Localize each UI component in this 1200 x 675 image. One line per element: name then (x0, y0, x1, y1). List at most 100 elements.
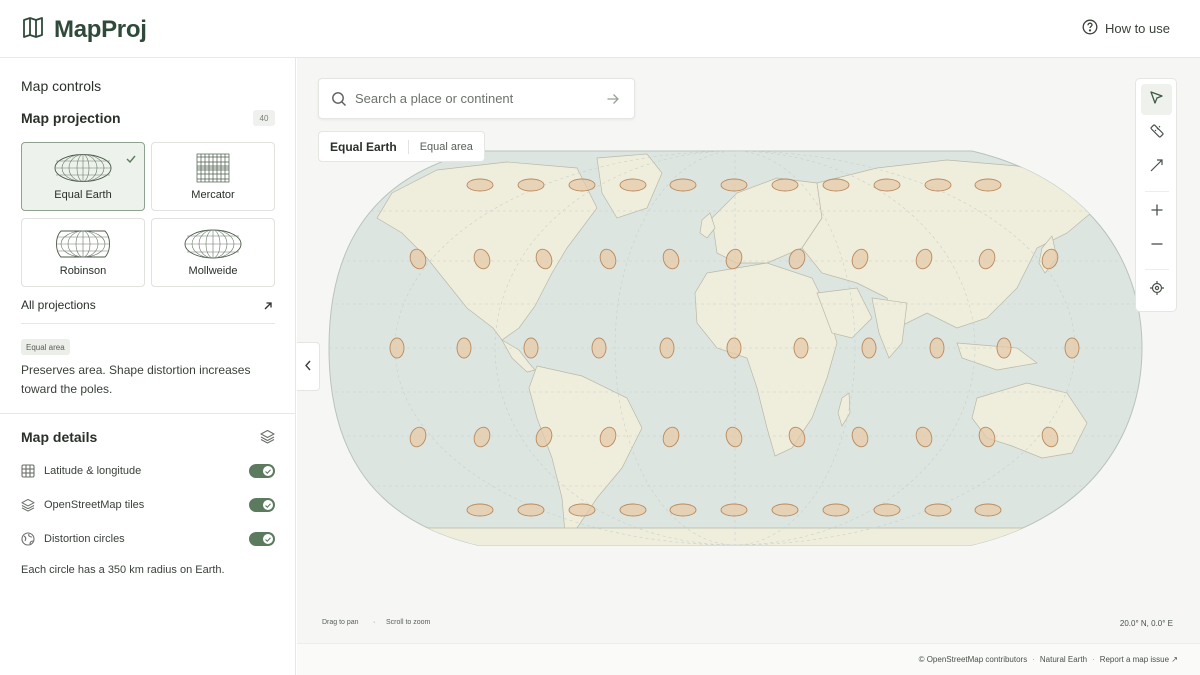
zoom-in-icon (1150, 203, 1164, 222)
map-projection-title: Map projection (21, 110, 121, 126)
how-to-use-button[interactable]: How to use (1082, 19, 1170, 38)
toolbar-divider (1145, 191, 1169, 192)
collapse-sidebar-button[interactable] (297, 342, 320, 391)
search-bar (318, 78, 635, 119)
toolbar-divider (1145, 269, 1169, 270)
search-input[interactable] (355, 91, 595, 106)
toggle-label: OpenStreetMap tiles (44, 499, 145, 511)
app-name: MapProj (54, 15, 147, 43)
mercator-thumbnail (196, 153, 230, 183)
distortion-circle (720, 178, 748, 192)
select-tool-button[interactable] (1141, 84, 1172, 115)
distortion-circle (669, 178, 697, 192)
measure-line-icon (1149, 158, 1164, 178)
distortion-circle (974, 178, 1002, 192)
map-details-title: Map details (21, 429, 98, 445)
distortion-circle (517, 178, 545, 192)
toggle-knob (263, 534, 273, 544)
cursor-coordinates: 20.0° N, 0.0° E (1119, 619, 1173, 628)
distortion-circles-toggle[interactable] (249, 532, 275, 546)
distortion-circle (974, 503, 1002, 517)
check-icon (126, 150, 136, 168)
app-header: MapProj How to use (0, 0, 1200, 58)
layers-icon (21, 498, 35, 512)
help-circle-icon (1082, 19, 1098, 38)
map-canvas[interactable]: Equal Earth Equal area (297, 58, 1200, 643)
pan-hint: Drag to pan (322, 619, 359, 626)
projection-card-mercator[interactable]: Mercator (151, 142, 275, 211)
toggle-knob (263, 466, 273, 476)
osm-attribution-link[interactable]: © OpenStreetMap contributors (919, 655, 1028, 664)
toggle-label: Distortion circles (44, 533, 125, 545)
distortion-circle (996, 337, 1012, 359)
attribution-bar: © OpenStreetMap contributors · Natural E… (297, 643, 1200, 675)
distortion-circle (720, 503, 748, 517)
projection-card-mollweide[interactable]: Mollweide (151, 218, 275, 287)
report-issue-link[interactable]: Report a map issue ↗ (1100, 655, 1178, 664)
projection-kind-badge: Equal area (21, 339, 70, 355)
locate-button[interactable] (1141, 275, 1172, 306)
distortion-circle (619, 178, 647, 192)
zoom-out-icon (1150, 237, 1164, 256)
sidebar-divider (0, 413, 295, 414)
distortion-circle (873, 503, 901, 517)
arrow-right-icon[interactable] (606, 92, 620, 111)
projection-label: Equal Earth (54, 189, 112, 201)
distortion-circle (929, 337, 945, 359)
distortion-circle (793, 337, 809, 359)
app-logo[interactable]: MapProj (22, 15, 147, 44)
latlng-toggle[interactable] (249, 464, 275, 478)
ruler-tool-button[interactable] (1141, 118, 1172, 149)
robinson-thumbnail (56, 230, 110, 258)
chevron-left-icon (304, 358, 312, 376)
layers-icon[interactable] (260, 429, 275, 449)
zoom-out-button[interactable] (1141, 231, 1172, 262)
distortion-circle (924, 178, 952, 192)
distortion-circle (466, 503, 494, 517)
distortion-circle (873, 178, 901, 192)
distortion-circle (822, 178, 850, 192)
current-projection-name: Equal Earth (330, 139, 397, 154)
landmass (356, 527, 1138, 545)
hint-separator: · (373, 619, 376, 626)
mollweide-thumbnail (184, 229, 242, 259)
distortion-circle (771, 503, 799, 517)
distortion-circle (389, 337, 405, 359)
distortion-circle (517, 503, 545, 517)
distortion-circle (456, 337, 472, 359)
distortion-footnote: Each circle has a 350 km radius on Earth… (21, 564, 225, 576)
distortion-circle (1064, 337, 1080, 359)
grid-icon (21, 464, 35, 478)
projection-card-robinson[interactable]: Robinson (21, 218, 145, 287)
all-projections-label: All projections (21, 298, 96, 312)
globe-icon (21, 532, 35, 546)
distortion-circle (771, 178, 799, 192)
projection-label: Mercator (191, 189, 235, 201)
attribution-separator: · (1032, 655, 1035, 664)
zoom-hint: Scroll to zoom (386, 619, 431, 626)
distortion-circle (466, 178, 494, 192)
toggle-label: Latitude & longitude (44, 465, 142, 477)
distortion-circle (523, 337, 539, 359)
arrow-up-right-icon (263, 300, 273, 314)
zoom-in-button[interactable] (1141, 197, 1172, 228)
distortion-circle (822, 503, 850, 517)
natural-earth-link[interactable]: Natural Earth (1040, 655, 1087, 664)
toggle-row-distortion: Distortion circles (21, 529, 275, 549)
projection-card-equal-earth[interactable]: Equal Earth (21, 142, 145, 211)
distortion-circle (568, 503, 596, 517)
map-controls-title: Map controls (21, 78, 102, 94)
locate-icon (1149, 280, 1165, 301)
measure-line-button[interactable] (1141, 152, 1172, 183)
projection-count-badge: 40 (253, 110, 275, 126)
equal-earth-thumbnail (54, 154, 112, 182)
distortion-circle (619, 503, 647, 517)
projection-description: Preserves area. Shape distortion increas… (21, 363, 251, 396)
current-projection-tag: Equal Earth Equal area (318, 131, 485, 162)
distortion-circle (924, 503, 952, 517)
attribution-separator: · (1092, 655, 1095, 664)
all-projections-link[interactable]: All projections (21, 298, 275, 324)
tag-separator (407, 139, 409, 154)
distortion-circle (861, 337, 877, 359)
osm-tiles-toggle[interactable] (249, 498, 275, 512)
